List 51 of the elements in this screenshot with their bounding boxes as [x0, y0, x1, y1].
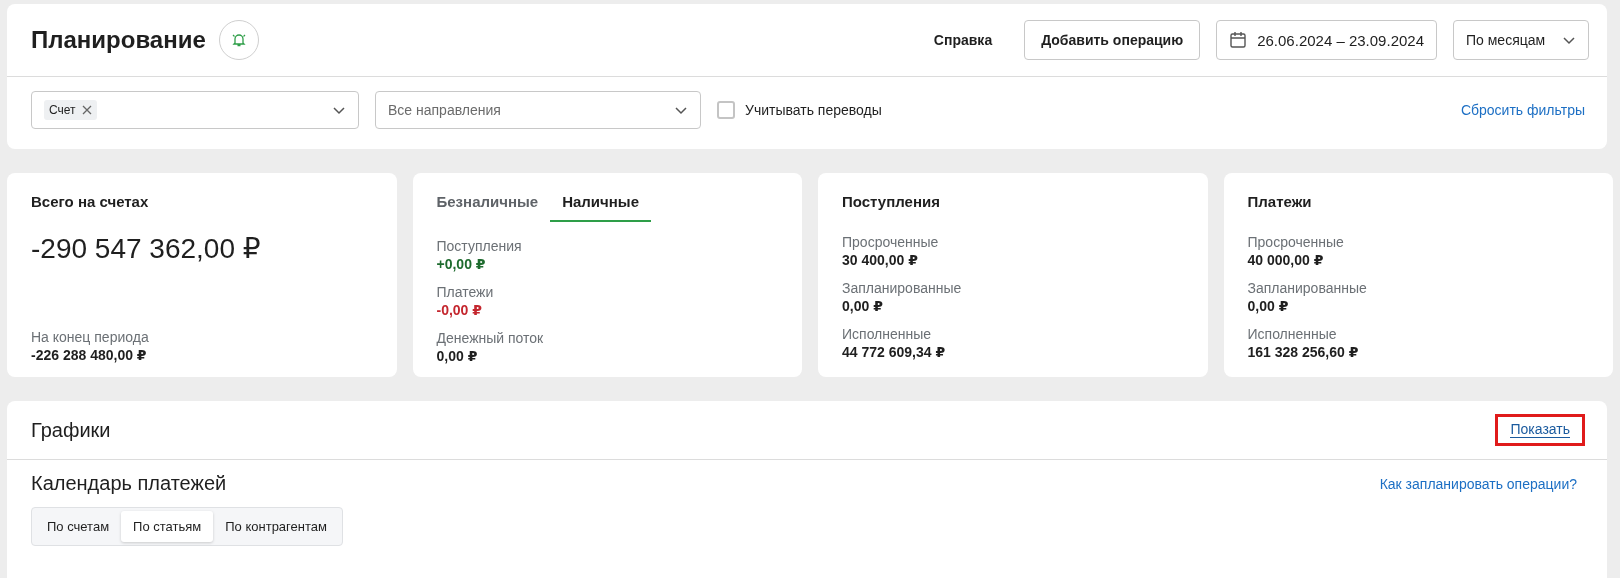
stat-value: 44 772 609,34 ₽: [842, 344, 947, 360]
help-link[interactable]: Справка: [933, 32, 993, 48]
stat-value: 40 000,00 ₽: [1247, 252, 1325, 268]
total-amount: -290 547 362,00 ₽: [31, 232, 262, 265]
close-icon: [81, 105, 92, 115]
filter-chip[interactable]: Счет: [44, 100, 97, 120]
tab[interactable]: Наличные: [550, 189, 651, 222]
stat-label: Платежи: [436, 284, 495, 300]
stat-label: Поступления: [436, 238, 523, 254]
stat-value: 161 328 256,60 ₽: [1247, 344, 1360, 360]
section-subtitle: Календарь платежей: [31, 472, 227, 495]
add-operation-button[interactable]: Добавить операцию: [1024, 20, 1201, 60]
checkbox[interactable]: [717, 101, 735, 119]
stat-value: 0,00 ₽: [1247, 298, 1290, 314]
stat-label: Запланированные: [842, 280, 963, 296]
period-select[interactable]: По месяцам: [1453, 20, 1589, 60]
stat-label: Просроченные: [1247, 234, 1345, 250]
stat-label: Исполненные: [1247, 326, 1338, 342]
segment-tab[interactable]: По счетам: [35, 511, 122, 542]
tab[interactable]: Безналичные: [436, 189, 551, 222]
help-link[interactable]: Как запланировать операции?: [1379, 475, 1577, 492]
card-title: Поступления: [842, 192, 941, 210]
stat-value: +0,00 ₽: [436, 256, 487, 272]
stat-label: Запланированные: [1247, 280, 1368, 296]
stat-value: 30 400,00 ₽: [842, 252, 919, 268]
chevron-down-icon: [674, 105, 688, 115]
reset-filters-link[interactable]: Сбросить фильтры: [1460, 102, 1585, 118]
bell-icon: [230, 32, 247, 48]
segment-tab[interactable]: По контрагентам: [213, 511, 339, 542]
direction-select[interactable]: Все направления: [375, 91, 701, 129]
stat-value: -0,00 ₽: [436, 302, 484, 318]
account-select[interactable]: Счет: [31, 91, 359, 129]
stat-value: 0,00 ₽: [842, 298, 884, 314]
card-title: Всего на счетах: [31, 192, 150, 210]
date-range-field[interactable]: 26.06.2024 – 23.09.2024: [1216, 20, 1437, 60]
page-title: Планирование: [31, 26, 206, 54]
show-link[interactable]: Показать: [1510, 421, 1570, 438]
stat-label: Исполненные: [842, 326, 933, 342]
segment-tab[interactable]: По статьям: [121, 511, 214, 542]
stat-label: Просроченные: [842, 234, 940, 250]
stat-value: -226 288 480,00 ₽: [31, 347, 148, 363]
stat-label: На конец периода: [31, 329, 150, 345]
checkbox-label: Учитывать переводы: [745, 102, 882, 118]
card-title: Платежи: [1247, 192, 1313, 210]
chevron-down-icon: [332, 105, 346, 115]
stat-value: 0,00 ₽: [436, 348, 479, 364]
notifications-button[interactable]: [218, 20, 259, 60]
section-title: Графики: [31, 418, 111, 442]
chevron-down-icon: [1562, 35, 1576, 45]
calendar-icon: [1229, 31, 1248, 49]
stat-label: Денежный поток: [436, 330, 545, 346]
